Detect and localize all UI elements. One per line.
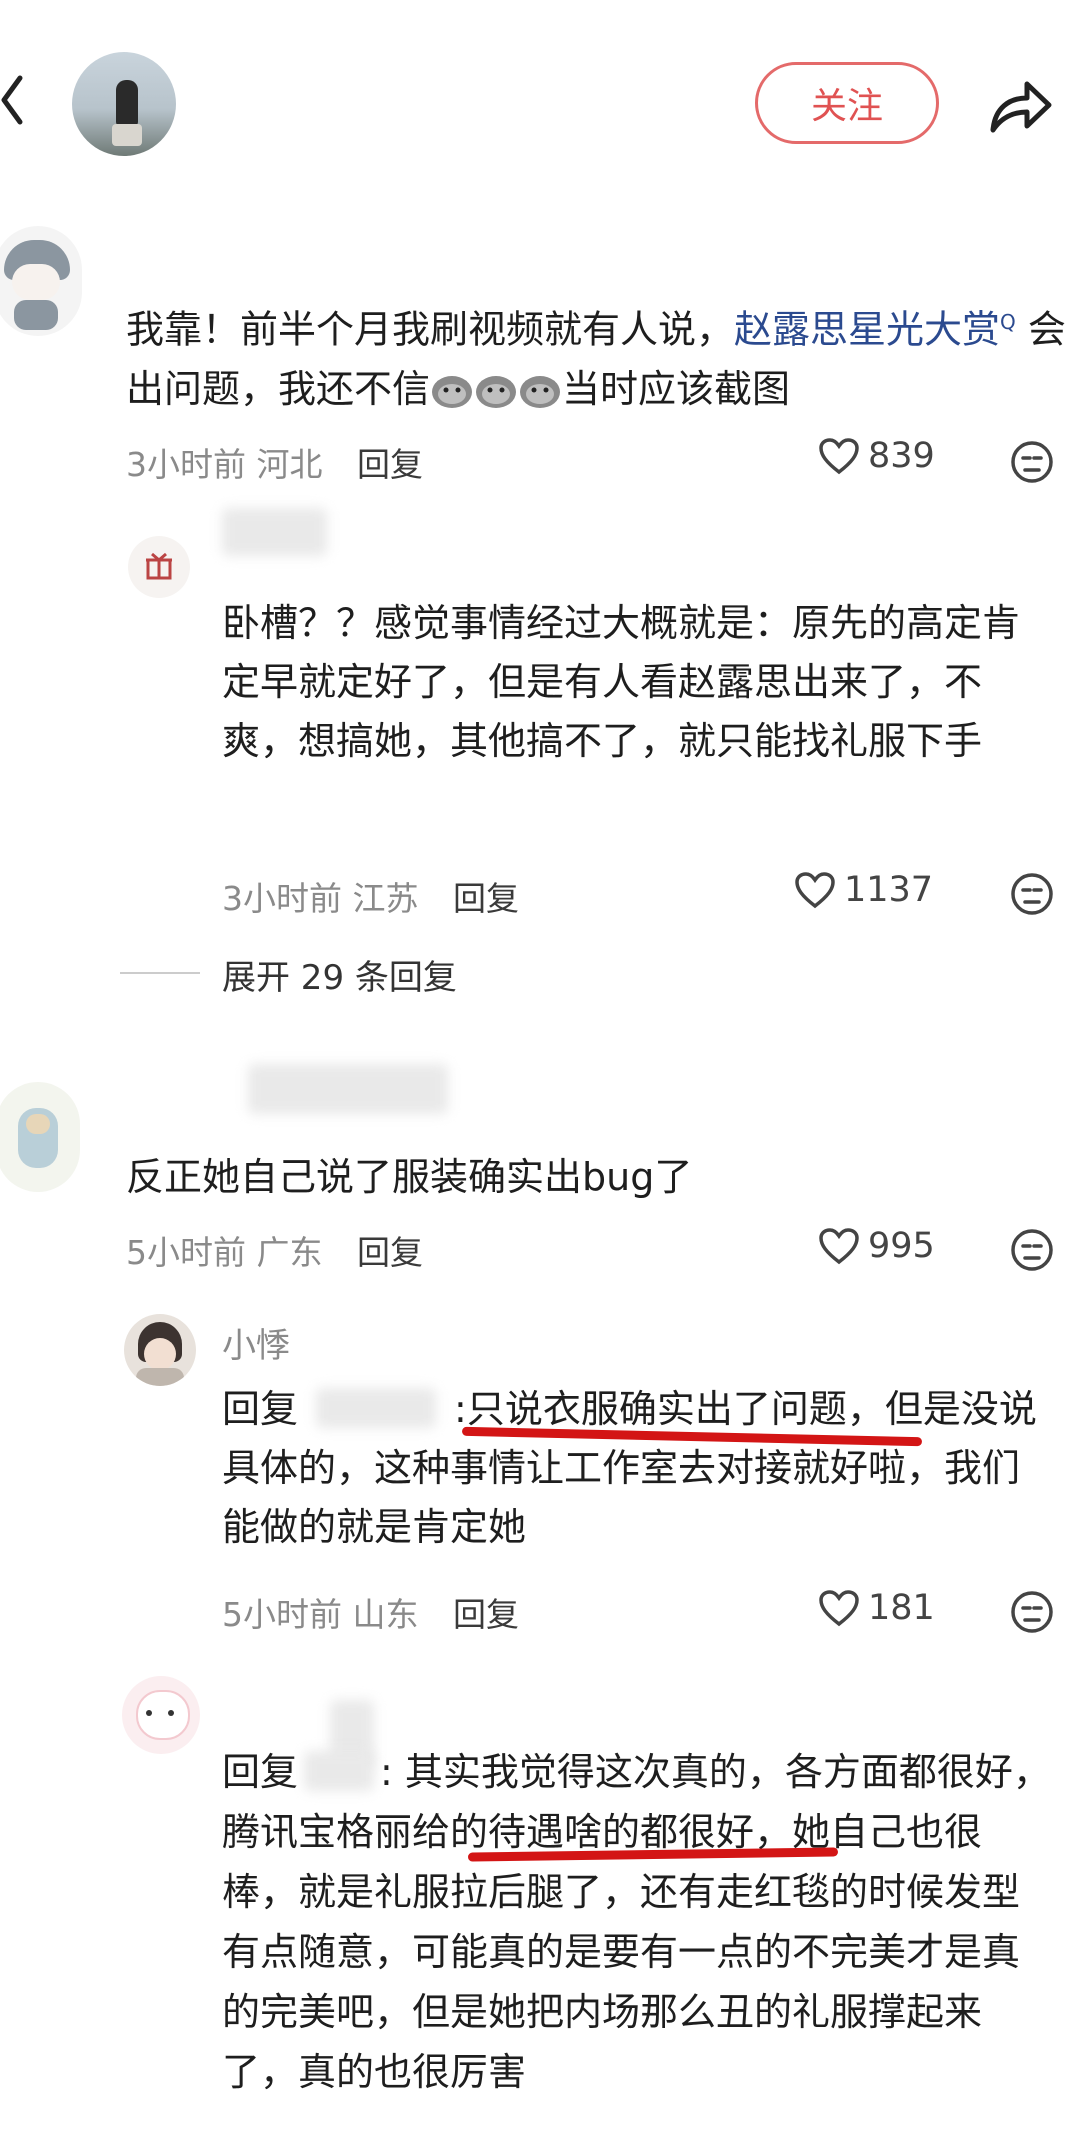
dislike-icon[interactable]	[1010, 872, 1054, 916]
commenter-avatar[interactable]	[122, 1676, 200, 1754]
reply-username[interactable]: 小悸	[222, 1318, 290, 1367]
heart-icon	[819, 1228, 859, 1265]
commenter-avatar[interactable]	[124, 1314, 196, 1386]
like-count: 839	[868, 436, 935, 476]
heart-icon	[819, 1590, 859, 1627]
commenter-avatar[interactable]	[0, 1082, 80, 1192]
comment-time: 3小时前	[222, 879, 342, 918]
comment-meta: 5小时前 山东 回复	[222, 1588, 519, 1636]
follow-button[interactable]: 关注	[755, 62, 939, 144]
author-avatar[interactable]	[72, 52, 176, 156]
share-icon[interactable]	[985, 72, 1055, 138]
blurred-mention	[304, 1751, 375, 1791]
dislike-icon[interactable]	[1010, 1228, 1054, 1272]
dislike-icon[interactable]	[1010, 440, 1054, 484]
expand-replies-button[interactable]: 展开 29 条回复	[222, 950, 457, 999]
back-icon[interactable]	[0, 70, 30, 130]
like-button[interactable]: 839	[818, 436, 935, 476]
heart-icon	[795, 872, 835, 909]
comment-text: 卧槽？？感觉事情经过大概就是：原先的高定肯定早就定好了，但是有人看赵露思出来了，…	[222, 601, 1021, 763]
like-button[interactable]: 1137	[794, 870, 933, 910]
follow-label: 关注	[810, 86, 883, 127]
comment-text: 回复: 其实我觉得这次真的，各方面都很好，腾讯宝格丽给的待遇啥的都很好，她自己也…	[222, 1750, 1051, 2094]
blurred-username	[222, 508, 327, 556]
commenter-avatar[interactable]	[128, 536, 190, 598]
comment-meta: 3小时前 河北 回复	[126, 438, 423, 486]
reply-button[interactable]: 回复	[453, 879, 519, 918]
comment-time: 3小时前	[126, 445, 246, 484]
blurred-username	[248, 1064, 448, 1114]
comment-meta: 3小时前 江苏 回复	[222, 872, 519, 920]
comment-location: 江苏	[352, 879, 419, 918]
reply-button[interactable]: 回复	[357, 445, 423, 484]
commenter-avatar[interactable]	[0, 226, 82, 336]
heart-icon	[819, 438, 859, 475]
comment-meta: 5小时前 广东 回复	[126, 1226, 423, 1274]
like-button[interactable]: 995	[818, 1226, 935, 1266]
highlighted-text: 就是礼服拉后腿了	[298, 1870, 603, 1914]
like-count: 995	[868, 1226, 935, 1266]
comment-text: 反正她自己说了服装确实出bug了	[126, 1155, 693, 1199]
comment-text: 回复:只说衣服确实出了问题，但是没说具体的，这种事情让工作室去对接就好啦，我们能…	[222, 1387, 1037, 1549]
comment-location: 山东	[352, 1595, 419, 1634]
comment-text: 我靠！前半个月我刷视频就有人说，赵露思星光大赏Q 会出问题，我还不信 当时应该截图	[126, 307, 1066, 411]
comment-location: 广东	[256, 1233, 323, 1272]
comment-time: 5小时前	[126, 1233, 246, 1272]
reply-button[interactable]: 回复	[453, 1595, 519, 1634]
highlighted-text: 只说衣服确实出了问题	[466, 1387, 847, 1431]
comment-location: 河北	[256, 445, 323, 484]
search-icon: Q	[1000, 310, 1016, 334]
dog-emoji-icon	[430, 367, 562, 411]
like-button[interactable]: 181	[818, 1588, 935, 1628]
like-count: 1137	[844, 870, 934, 910]
like-count: 181	[868, 1588, 935, 1628]
dislike-icon[interactable]	[1010, 1590, 1054, 1634]
reply-button[interactable]: 回复	[357, 1233, 423, 1272]
divider-line	[120, 972, 200, 974]
comment-time: 5小时前	[222, 1595, 342, 1634]
topic-link[interactable]: 赵露思星光大赏	[734, 308, 1000, 352]
blurred-mention	[316, 1388, 437, 1428]
